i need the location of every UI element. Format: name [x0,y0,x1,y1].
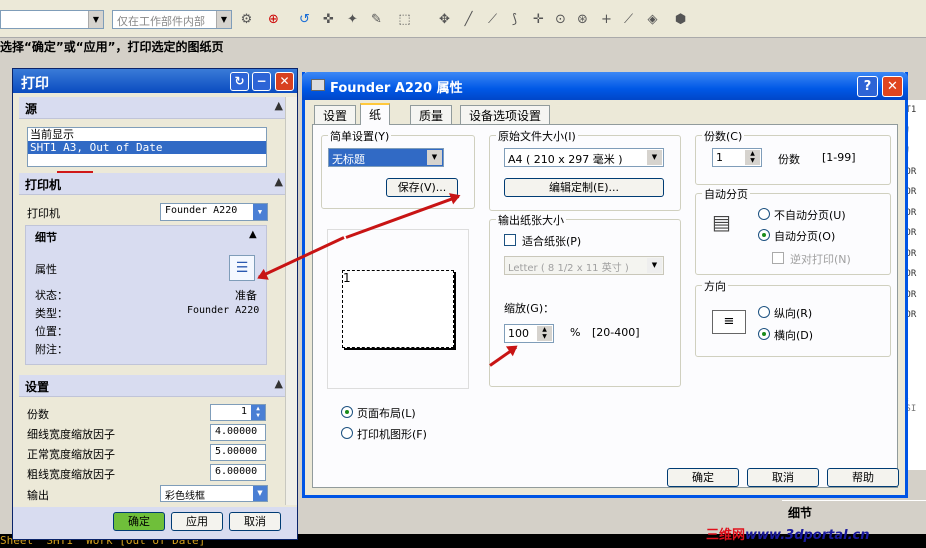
printer-label: 打印机 [27,207,60,220]
graphic-radio[interactable] [341,427,353,439]
original-size-group: 原始文件大小(I) A4 ( 210 x 297 毫米 ) ▼ 编辑定制(E)..… [489,128,681,211]
simple-settings-select[interactable]: 无标题 ▼ [328,148,444,167]
orientation-group: 方向 ≡ 纵向(R) 横向(D) [695,278,891,357]
minimize-icon[interactable]: − [252,72,271,91]
tab-panel: 简单设置(Y) 无标题 ▼ 保存(V)... 1 页面布局(L) 打印机图形(F)… [312,124,899,488]
copies-group: 份数(C) 1 ▲ ▼ 份数 [1-99] [695,128,891,185]
snap-icon[interactable]: ⊕ [265,11,282,28]
chevron-up-icon[interactable]: ▲ [249,229,257,240]
collate-radio[interactable] [758,229,770,241]
normal-factor-input[interactable]: 5.00000 [210,444,266,461]
print-panel: 打印 ↻ − ✕ 源 ▲ 当前显示 SHT1 A3, Out of Date 打印… [12,68,298,540]
chevron-up-icon: ▲ [274,99,283,112]
selection-scope-value: 仅在工作部件内部 [117,15,205,28]
arc-icon[interactable]: ⟆ [506,11,523,28]
copies-input[interactable]: 1 ▲ ▼ [210,404,266,421]
target-icon[interactable]: ⊛ [574,11,591,28]
list-item[interactable]: 当前显示 [28,128,266,141]
dialog-copies-input[interactable]: 1 ▲ ▼ [712,148,762,167]
status-value: 准备 [235,289,257,302]
collate-group: 自动分页 ▤ 不自动分页(U) 自动分页(O) 逆对打印(N) [695,186,891,275]
thin-factor-input[interactable]: 4.00000 [210,424,266,441]
rotate-icon[interactable]: ↺ [296,11,313,28]
point-icon[interactable]: ✛ [530,11,547,28]
plus-icon[interactable]: + [598,11,615,28]
dialog-title: Founder A220 属性 [302,72,908,100]
box-select-icon[interactable]: ⬚ [396,11,413,28]
list-item-selected[interactable]: SHT1 A3, Out of Date [28,141,266,154]
detail-header: 细节 [782,500,926,522]
main-toolbar: ▼ 仅在工作部件内部 ▼ ⚙ ⊕ ↺ ✜ ✦ ✎ ⬚ ✥ ╱ ⟋ ⟆ ✛ ⊙ ⊛ … [0,0,926,38]
properties-button[interactable]: ☰ [229,255,255,281]
cube-icon[interactable]: ⬢ [672,11,689,28]
cancel-button[interactable]: 取消 [229,512,281,531]
printer-properties-dialog: Founder A220 属性 ? ✕ 设置 纸 质量 设备选项设置 简单设置(… [302,72,908,498]
dialog-cancel-button[interactable]: 取消 [747,468,819,487]
collate-pages-icon: ▤ [712,210,731,234]
output-size-group: 输出纸张大小 适合纸张(P) Letter ( 8 1/2 x 11 英寸 ) ▼… [489,212,681,387]
ok-button[interactable]: 确定 [113,512,165,531]
tool-icon[interactable]: ✎ [368,11,385,28]
source-section-head[interactable]: 源 ▲ [19,97,287,119]
tab-device-options[interactable]: 设备选项设置 [460,105,551,124]
zoom-input[interactable]: 100 ▲ ▼ [504,324,554,343]
page-preview: 1 [342,270,454,348]
dialog-ok-button[interactable]: 确定 [667,468,739,487]
printer-section-head[interactable]: 打印机 ▲ [19,173,287,195]
surface-icon[interactable]: ◈ [644,11,661,28]
layout-radio[interactable] [341,406,353,418]
source-list[interactable]: 当前显示 SHT1 A3, Out of Date [27,127,267,167]
filter-combo[interactable]: ▼ [0,10,104,29]
landscape-page-icon: ≡ [712,310,746,334]
reverse-print-checkbox[interactable] [772,252,784,264]
tab-quality[interactable]: 质量 [410,105,453,124]
slash-icon[interactable]: ⟋ [484,11,501,28]
printer-select[interactable]: Founder A220 ▼ [160,203,268,221]
output-size-select[interactable]: Letter ( 8 1/2 x 11 英寸 ) ▼ [504,256,664,275]
apply-button[interactable]: 应用 [171,512,223,531]
selection-scope-combo[interactable]: 仅在工作部件内部 ▼ [112,10,232,29]
move-icon[interactable]: ✥ [436,11,453,28]
thick-factor-input[interactable]: 6.00000 [210,464,266,481]
fit-paper-checkbox[interactable] [504,234,516,246]
pointer-icon[interactable]: ✦ [344,11,361,28]
help-icon[interactable]: ? [857,76,878,97]
dialog-help-button[interactable]: 帮助 [827,468,899,487]
no-collate-radio[interactable] [758,208,770,220]
type-value: Founder A220 [187,305,260,316]
tab-settings[interactable]: 设置 [314,105,357,124]
close-icon[interactable]: ✕ [275,72,294,91]
portrait-radio[interactable] [758,306,770,318]
curve-icon[interactable]: ⟋ [620,11,637,28]
reset-icon[interactable]: ↻ [230,72,249,91]
original-size-select[interactable]: A4 ( 210 x 297 毫米 ) ▼ [504,148,664,167]
settings-section-head[interactable]: 设置 ▲ [19,375,287,397]
line-icon[interactable]: ╱ [460,11,477,28]
tab-paper[interactable]: 纸 [360,103,391,125]
landscape-radio[interactable] [758,328,770,340]
panel-scrollbar[interactable] [285,97,297,505]
circle-icon[interactable]: ⊙ [552,11,569,28]
properties-label: 属性 [35,263,57,276]
details-head: 细节 [35,231,57,244]
save-button[interactable]: 保存(V)... [386,178,458,197]
edit-custom-button[interactable]: 编辑定制(E)... [504,178,664,197]
output-select[interactable]: 彩色线框 ▼ [160,485,268,502]
watermark: 三维网www.3dportal.cn [706,528,870,543]
filter-icon[interactable]: ⚙ [238,11,255,28]
prompt-line: 选择“确定”或“应用”，打印选定的图纸页 [0,38,926,56]
select-icon[interactable]: ✜ [320,11,337,28]
close-icon[interactable]: ✕ [882,76,903,97]
printer-icon [311,79,325,91]
preview-frame: 1 [327,229,469,389]
